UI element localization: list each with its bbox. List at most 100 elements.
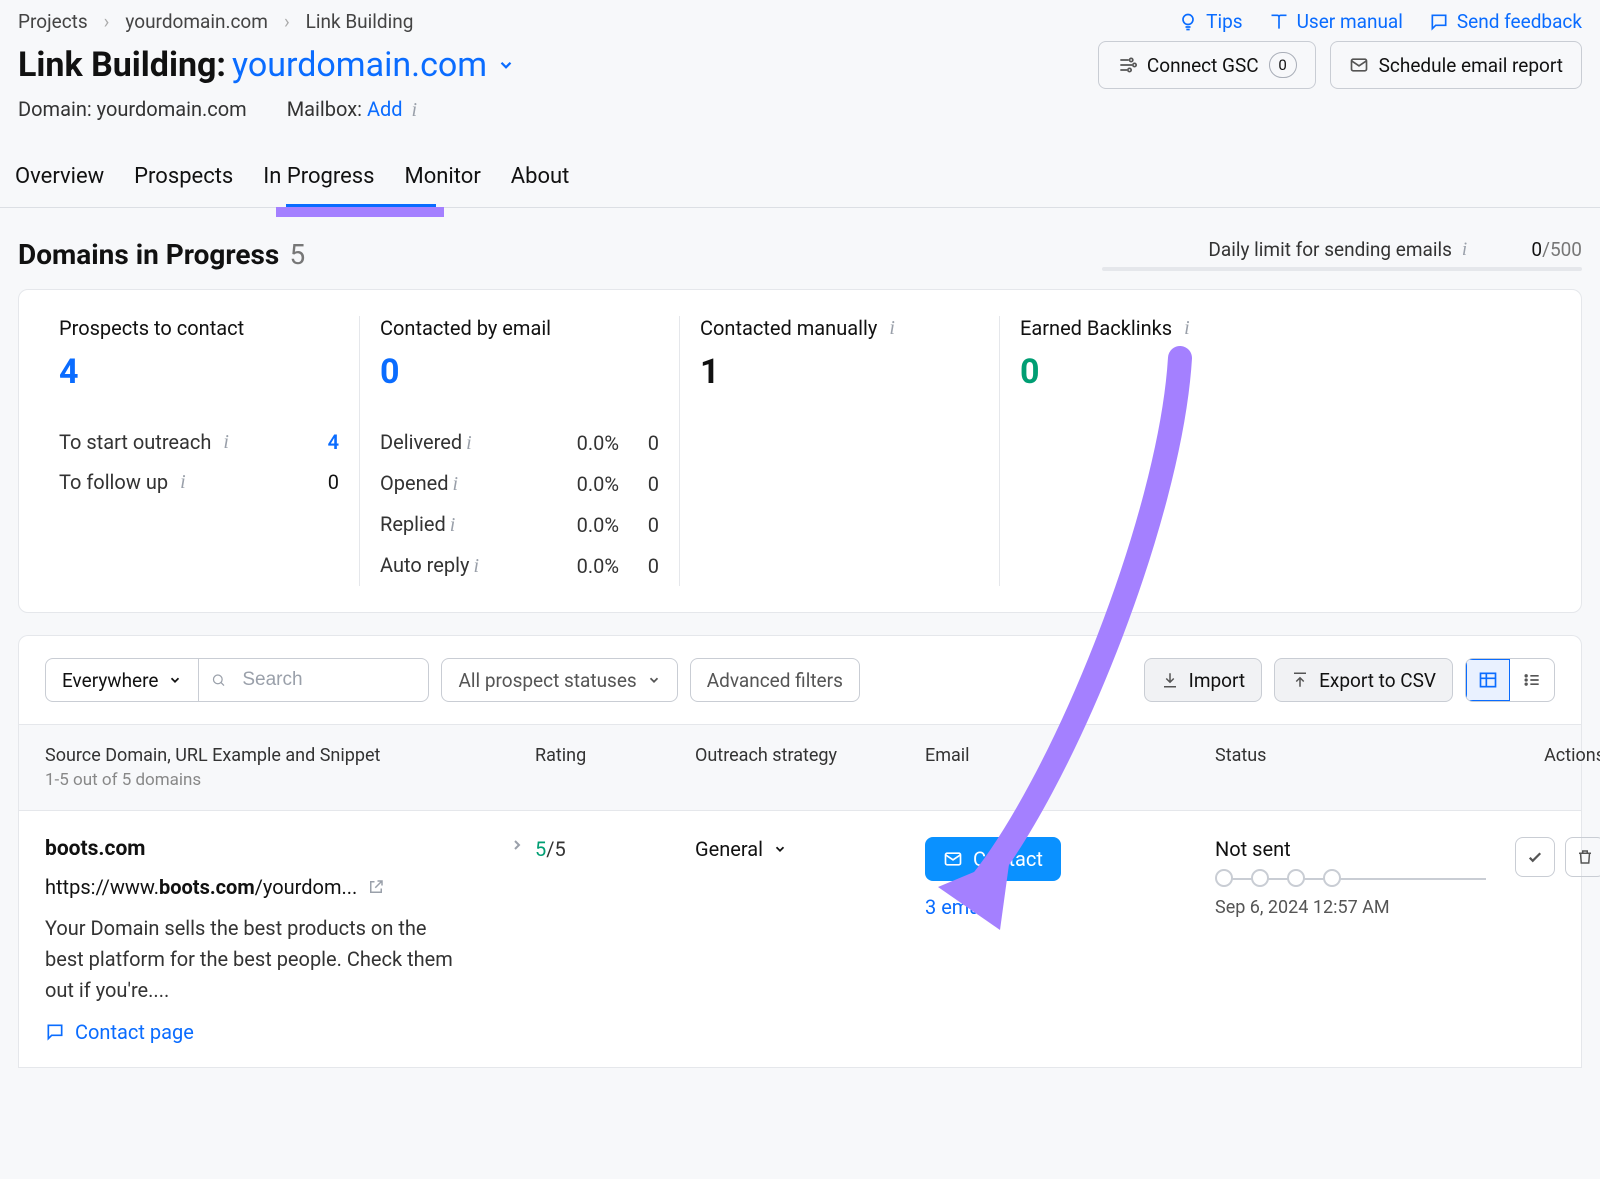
info-icon[interactable]: i [180,471,186,494]
list-icon [1522,670,1542,690]
chevron-down-icon [647,673,661,687]
info-icon[interactable]: i [223,431,229,454]
section-count: 5 [290,238,306,271]
tune-icon [1117,55,1137,75]
table-icon [1478,670,1498,690]
row-snippet: Your Domain sells the best products on t… [45,913,465,1006]
user-manual-link[interactable]: User manual [1269,10,1403,33]
tab-in-progress[interactable]: In Progress [263,164,374,207]
info-icon[interactable]: i [889,317,895,340]
view-table-button[interactable] [1466,659,1510,701]
stat-earned-value: 0 [1020,352,1299,392]
schedule-email-report-button[interactable]: Schedule email report [1330,41,1582,89]
mark-done-button[interactable] [1515,837,1555,877]
tab-prospects[interactable]: Prospects [134,164,233,207]
col-actions: Actions [1495,745,1600,790]
stat-prospects-label: Prospects to contact [59,316,339,340]
stat-manual-label: Contacted manuallyi [700,316,979,340]
delete-button[interactable] [1565,837,1600,877]
tips-link[interactable]: Tips [1178,10,1242,33]
expand-row-button[interactable] [509,837,525,853]
col-rating: Rating [535,745,695,790]
strategy-dropdown[interactable]: General [695,837,787,861]
stat-delivered-pct: 0.0% [529,431,619,455]
trash-icon [1576,848,1594,866]
annotation-highlight [276,207,444,217]
stat-prospects-value[interactable]: 4 [59,352,339,392]
stat-opened-count: 0 [619,472,659,496]
stat-manual-value: 1 [700,352,979,392]
section-title: Domains in Progress [18,238,279,271]
col-email: Email [925,745,1215,790]
contact-button[interactable]: Contact [925,837,1061,881]
stat-earned-label: Earned Backlinksi [1020,316,1299,340]
page-title: Link Building: [18,45,226,85]
search-input-wrap[interactable] [199,658,429,702]
export-csv-button[interactable]: Export to CSV [1274,658,1453,702]
search-icon [211,671,226,689]
chevron-down-icon [773,842,787,856]
import-button[interactable]: Import [1144,658,1262,702]
daily-limit-value: 0/500 [1531,238,1582,261]
send-feedback-link[interactable]: Send feedback [1429,10,1582,33]
breadcrumb-item[interactable]: Link Building [306,10,414,33]
stat-contacted-label: Contacted by email [380,316,659,340]
breadcrumb-item[interactable]: Projects [18,10,88,33]
stat-opened-label: Openedi [380,471,529,496]
book-icon [1269,12,1289,32]
tab-monitor[interactable]: Monitor [405,164,481,207]
row-timestamp: Sep 6, 2024 12:57 AM [1215,897,1495,918]
info-icon[interactable]: i [450,514,456,536]
stat-replied-count: 0 [619,513,659,537]
domain-dropdown[interactable]: yourdomain.com [232,45,515,85]
chat-icon [45,1022,65,1042]
stat-start-outreach-value[interactable]: 4 [328,430,339,454]
check-icon [1526,848,1544,866]
stat-autoreply-pct: 0.0% [529,554,619,578]
email-count-link[interactable]: 3 emails [925,895,1215,919]
status-filter-dropdown[interactable]: All prospect statuses [441,658,677,702]
view-list-button[interactable] [1510,659,1554,701]
info-icon[interactable]: i [473,555,479,577]
table-row: boots.com https://www.boots.com/yourdom.… [18,811,1582,1068]
daily-limit-label: Daily limit for sending emails i [1208,238,1467,261]
add-mailbox-link[interactable]: Add [367,97,403,121]
tab-overview[interactable]: Overview [15,164,104,207]
lightbulb-icon [1178,12,1198,32]
daily-limit-bar [1102,267,1582,271]
info-icon[interactable]: i [1462,239,1467,261]
stat-opened-pct: 0.0% [529,472,619,496]
domain-label: Domain: yourdomain.com [18,97,247,122]
tab-about[interactable]: About [511,164,570,207]
info-icon[interactable]: i [1184,317,1190,340]
scope-dropdown[interactable]: Everywhere [45,658,199,702]
row-domain-name[interactable]: boots.com [45,837,146,861]
connect-gsc-button[interactable]: Connect GSC 0 [1098,41,1316,89]
stat-follow-up-label: To follow upi [59,470,186,494]
row-rating: 5/5 [535,837,695,861]
mail-icon [1349,55,1369,75]
status-progress [1215,869,1495,887]
stat-contacted-value[interactable]: 0 [380,352,659,392]
info-icon[interactable]: i [466,432,472,454]
info-icon[interactable]: i [412,99,418,121]
row-url[interactable]: https://www.boots.com/yourdom... [45,875,535,899]
chevron-down-icon [168,673,182,687]
stat-autoreply-label: Auto replyi [380,553,529,578]
advanced-filters-button[interactable]: Advanced filters [690,658,860,702]
col-source-sub: 1-5 out of 5 domains [45,770,535,790]
search-input[interactable] [236,659,428,701]
chevron-right-icon: › [104,10,110,33]
breadcrumb-item[interactable]: yourdomain.com [125,10,268,33]
col-strategy: Outreach strategy [695,745,925,790]
chevron-right-icon [509,837,525,853]
col-source: Source Domain, URL Example and Snippet [45,745,535,766]
stat-replied-pct: 0.0% [529,513,619,537]
external-link-icon [367,878,385,896]
stat-start-outreach-label: To start outreachi [59,430,229,454]
stat-autoreply-count: 0 [619,554,659,578]
info-icon[interactable]: i [453,473,459,495]
upload-icon [1291,671,1309,689]
breadcrumb: Projects › yourdomain.com › Link Buildin… [18,10,413,33]
contact-page-link[interactable]: Contact page [45,1020,194,1044]
